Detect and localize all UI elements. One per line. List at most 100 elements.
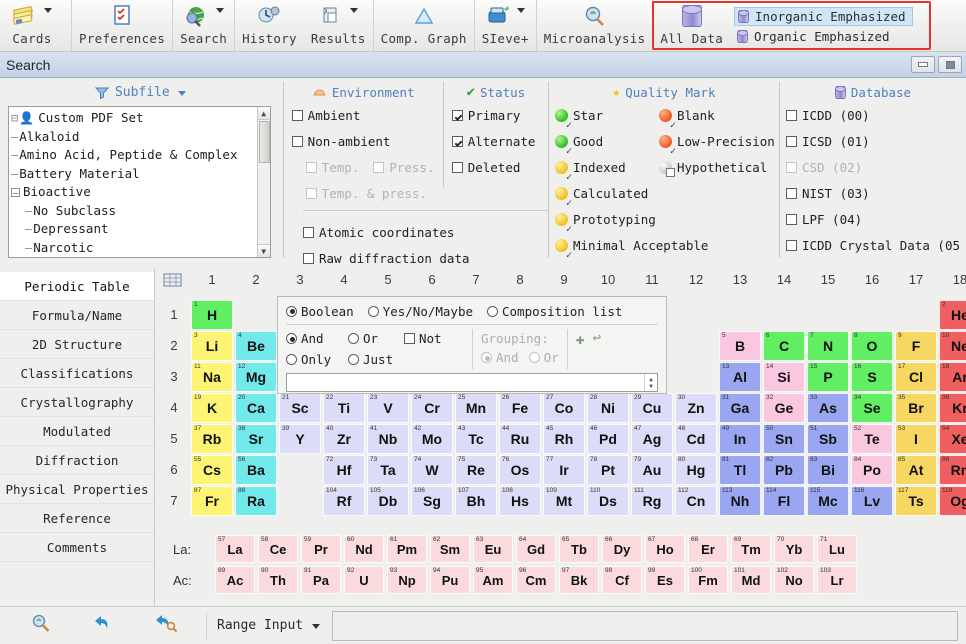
element-cell-B[interactable]: 5B (719, 331, 761, 361)
element-cell-Sm[interactable]: 62 Sm (430, 535, 470, 563)
element-cell-S[interactable]: 16 S (851, 362, 893, 392)
element-cell-Mo[interactable]: 42 Mo (411, 424, 453, 454)
element-cell-Lv[interactable]: 116 Lv (851, 486, 893, 516)
element-cell-Po[interactable]: 84 Po (851, 455, 893, 485)
element-cell-Fr[interactable]: 87 Fr (191, 486, 233, 516)
element-cell-Tc[interactable]: 43 Tc (455, 424, 497, 454)
element-cell-Tl[interactable]: 81 Tl (719, 455, 761, 485)
element-cell-Pt[interactable]: 78 Pt (587, 455, 629, 485)
radio-grouping-or[interactable]: Or (528, 348, 559, 367)
checkbox-lpf-04[interactable]: LPF (04) (785, 206, 960, 232)
element-cell-U[interactable]: 92 U (344, 566, 384, 594)
checkbox-temp-and-press[interactable]: Temp. & press. (292, 180, 435, 206)
range-input-field[interactable] (332, 610, 958, 641)
scroll-up-icon[interactable]: ▲ (257, 107, 270, 120)
checkbox-not[interactable]: Not (404, 329, 464, 348)
element-cell-Te[interactable]: 52 Te (851, 424, 893, 454)
tab-crystallography[interactable]: Crystallography (0, 388, 154, 417)
element-cell-Mc[interactable]: 115 Mc (807, 486, 849, 516)
element-cell-Md[interactable]: 101 Md (731, 566, 771, 594)
group-header[interactable]: 11 (630, 272, 674, 287)
redo-search-icon[interactable] (134, 613, 196, 638)
element-cell-O[interactable]: 8O (851, 331, 893, 361)
group-header[interactable]: 13 (718, 272, 762, 287)
element-cell-Np[interactable]: 93 Np (387, 566, 427, 594)
element-cell-Lr[interactable]: 103 Lr (817, 566, 857, 594)
tab-classifications[interactable]: Classifications (0, 359, 154, 388)
radio-or[interactable]: Or (348, 329, 404, 348)
chevron-down-icon[interactable] (177, 91, 186, 96)
element-cell-Co[interactable]: 27 Co (543, 393, 585, 423)
element-cell-Ba[interactable]: 56 Ba (235, 455, 277, 485)
element-cell-Xe[interactable]: 54 Xe (939, 424, 966, 454)
tab-modulated[interactable]: Modulated (0, 417, 154, 446)
element-cell-Rg[interactable]: 111 Rg (631, 486, 673, 516)
quality-mark-good[interactable]: Good (555, 128, 659, 154)
scrollbar-thumb[interactable] (258, 121, 270, 163)
element-cell-Sn[interactable]: 50 Sn (763, 424, 805, 454)
group-header[interactable]: 9 (542, 272, 586, 287)
toolbar-button-search[interactable]: Search (173, 0, 236, 51)
element-cell-Cn[interactable]: 112 Cn (675, 486, 717, 516)
element-cell-Ga[interactable]: 31 Ga (719, 393, 761, 423)
element-cell-Ru[interactable]: 44 Ru (499, 424, 541, 454)
plus-icon[interactable]: ✚ (576, 330, 585, 348)
group-header[interactable]: 2 (234, 272, 278, 287)
range-input-dropdown[interactable]: Range Input (217, 618, 321, 633)
element-cell-Gd[interactable]: 64 Gd (516, 535, 556, 563)
element-cell-Fm[interactable]: 100 Fm (688, 566, 728, 594)
search-caret-icon[interactable] (215, 8, 224, 13)
tab-periodic-table[interactable]: Periodic Table (0, 272, 154, 301)
group-header[interactable]: 5 (366, 272, 410, 287)
radio-and[interactable]: And (286, 329, 348, 348)
element-cell-Al[interactable]: 13 Al (719, 362, 761, 392)
checkbox-ambient[interactable]: Ambient (291, 102, 435, 128)
checkbox-temp[interactable]: Temp. (305, 160, 359, 175)
period-header[interactable]: 6 (165, 462, 183, 477)
checkbox-nist-03[interactable]: NIST (03) (785, 180, 960, 206)
group-header[interactable]: 17 (894, 272, 938, 287)
element-cell-Zr[interactable]: 40 Zr (323, 424, 365, 454)
element-cell-Ni[interactable]: 28 Ni (587, 393, 629, 423)
element-cell-At[interactable]: 85 At (895, 455, 937, 485)
element-cell-Nb[interactable]: 41 Nb (367, 424, 409, 454)
tab-diffraction[interactable]: Diffraction (0, 446, 154, 475)
toolbar-button-preferences[interactable]: Preferences (72, 0, 174, 51)
element-cell-No[interactable]: 102 No (774, 566, 814, 594)
element-cell-Cr[interactable]: 24 Cr (411, 393, 453, 423)
element-cell-Si[interactable]: 14 Si (763, 362, 805, 392)
element-cell-P[interactable]: 15 P (807, 362, 849, 392)
element-cell-W[interactable]: 74 W (411, 455, 453, 485)
period-header[interactable]: 1 (165, 307, 183, 322)
tab-comments[interactable]: Comments (0, 533, 154, 562)
element-cell-Kr[interactable]: 36 Kr (939, 393, 966, 423)
element-cell-Sb[interactable]: 51 Sb (807, 424, 849, 454)
emphasis-option-inorganic[interactable]: Inorganic Emphasized (734, 6, 913, 26)
element-cell-Cm[interactable]: 96 Cm (516, 566, 556, 594)
cards-caret-icon[interactable] (44, 8, 52, 13)
checkbox-csd-02[interactable]: CSD (02) (785, 154, 960, 180)
element-cell-Yb[interactable]: 70 Yb (774, 535, 814, 563)
subfile-header[interactable]: Subfile (4, 82, 277, 102)
element-cell-Eu[interactable]: 63 Eu (473, 535, 513, 563)
element-cell-Db[interactable]: 105 Db (367, 486, 409, 516)
period-header[interactable]: 7 (165, 493, 183, 508)
element-cell-K[interactable]: 19 K (191, 393, 233, 423)
quality-mark-hypothetical[interactable]: Hypothetical (659, 154, 775, 180)
element-cell-In[interactable]: 49 In (719, 424, 761, 454)
checkbox-icsd-01[interactable]: ICSD (01) (785, 128, 960, 154)
group-header[interactable]: 3 (278, 272, 322, 287)
element-cell-N[interactable]: 7N (807, 331, 849, 361)
results-caret-icon[interactable] (350, 8, 359, 13)
group-header[interactable]: 10 (586, 272, 630, 287)
scroll-down-icon[interactable]: ▼ (257, 244, 270, 257)
element-cell-Es[interactable]: 99 Es (645, 566, 685, 594)
element-cell-Ca[interactable]: 20 Ca (235, 393, 277, 423)
element-cell-Ta[interactable]: 73 Ta (367, 455, 409, 485)
chevron-down-icon[interactable] (312, 624, 321, 629)
element-cell-Pm[interactable]: 61 Pm (387, 535, 427, 563)
element-cell-He[interactable]: 2 He (939, 300, 966, 330)
sieve-caret-icon[interactable] (517, 8, 526, 13)
radio-just[interactable]: Just (348, 350, 404, 369)
quality-mark-indexed[interactable]: Indexed (555, 154, 659, 180)
